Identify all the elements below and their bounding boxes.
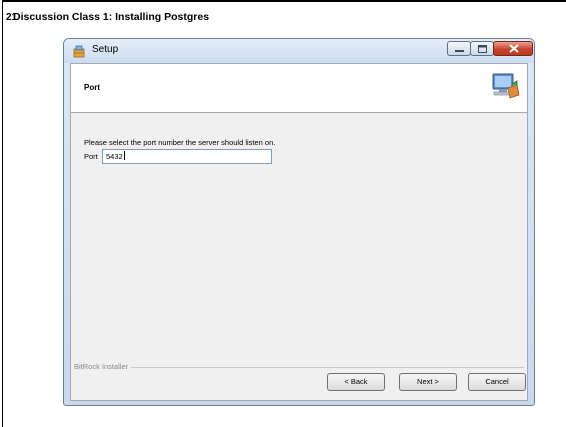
setup-window: Setup Port Please select the port number…: [63, 38, 535, 406]
port-value: 5432: [106, 152, 123, 161]
footer-divider: [74, 367, 524, 368]
cancel-button[interactable]: Cancel: [468, 373, 526, 391]
page-header: Port: [71, 64, 527, 113]
title-bar[interactable]: Setup: [64, 39, 534, 63]
slide-left-rule: [2, 0, 3, 427]
port-label: Port: [84, 152, 98, 161]
maximize-icon: [478, 45, 487, 53]
text-caret: [123, 151, 125, 160]
window-title: Setup: [92, 44, 119, 55]
computer-install-icon: [492, 73, 520, 99]
next-button[interactable]: Next >: [399, 373, 457, 391]
slide-top-rule: [2, 0, 566, 2]
brand-label: BitRock Installer: [74, 362, 132, 371]
slide-title: Discussion Class 1: Installing Postgres: [13, 11, 210, 23]
maximize-button[interactable]: [470, 41, 494, 56]
minimize-icon: [455, 50, 464, 52]
instruction-text: Please select the port number the server…: [84, 138, 276, 147]
installer-client-area: Port Please select the port number the s…: [70, 63, 528, 401]
minimize-button[interactable]: [447, 41, 471, 56]
back-button[interactable]: < Back: [327, 373, 385, 391]
setup-app-icon: [73, 45, 85, 58]
close-icon: [509, 44, 519, 53]
close-button[interactable]: [493, 41, 533, 56]
port-input[interactable]: 5432: [102, 149, 272, 164]
page-heading: Port: [84, 83, 100, 92]
